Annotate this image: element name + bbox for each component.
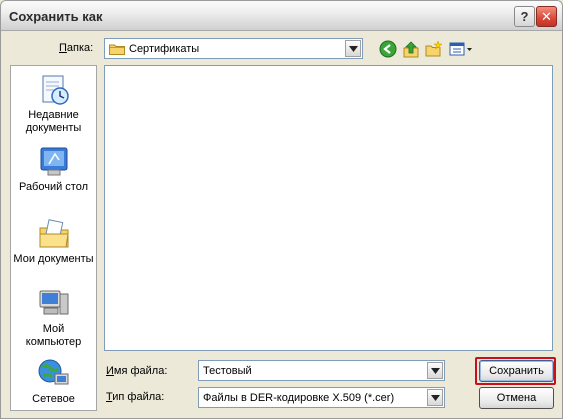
recent-documents-icon [42,75,69,105]
up-folder-icon[interactable] [402,40,420,58]
filetype-label: Тип файла: [106,391,164,403]
save-button[interactable]: Сохранить [479,360,554,382]
filetype-dropdown-button[interactable] [427,389,443,406]
filename-value: Тестовый [203,364,252,377]
place-label: Мой [42,323,65,335]
save-as-dialog: Сохранить как ? ✕ Папка: Сертификаты Нед… [0,0,563,419]
desktop-icon [40,147,67,176]
dialog-title: Сохранить как [9,9,103,24]
filename-label-rest: мя файла: [113,365,168,377]
help-icon: ? [520,9,529,24]
filename-input[interactable]: Тестовый [198,360,445,381]
title-bar[interactable]: Сохранить как ? ✕ [1,1,562,31]
my-documents-icon [39,219,69,248]
chevron-down-icon [430,367,440,374]
folder-label-rest: апка: [66,42,94,54]
places-bar: Недавние документы Рабочий стол Мои доку… [10,65,97,411]
place-desktop[interactable]: Рабочий стол [11,146,96,194]
close-button[interactable]: ✕ [536,6,557,27]
chevron-down-icon [430,394,440,401]
close-icon: ✕ [541,8,552,24]
cancel-button[interactable]: Отмена [479,387,554,409]
folder-value: Сертификаты [129,42,200,55]
help-button[interactable]: ? [514,6,535,27]
place-label: Недавние [28,109,79,121]
filetype-select[interactable]: Файлы в DER-кодировке X.509 (*.cer) [198,387,445,408]
filename-label-accel: И [106,365,114,377]
filename-dropdown-button[interactable] [427,362,443,379]
folder-label-accel: П [59,42,67,54]
place-label: Рабочий стол [18,181,89,193]
place-label: Сетевое [32,393,75,405]
filename-label: Имя файла: [106,365,167,377]
place-my-computer[interactable]: Мой компьютер [11,288,96,349]
place-recent-documents[interactable]: Недавние документы [11,74,96,135]
place-label-2: документы [25,122,82,134]
folder-label: Папка: [59,42,93,54]
folder-combo[interactable]: Сертификаты [104,38,363,59]
filetype-value: Файлы в DER-кодировке X.509 (*.cer) [203,391,395,404]
folder-icon [109,44,125,55]
place-label-2: компьютер [25,336,82,348]
place-label: Мои документы [13,253,94,265]
filetype-label-rest: ип файла: [112,391,165,403]
back-icon[interactable] [379,40,397,58]
view-menu-icon[interactable] [449,40,473,58]
network-icon [38,359,68,385]
my-computer-icon [39,290,68,315]
place-network[interactable]: Сетевое [11,358,96,406]
chevron-down-icon [348,45,358,52]
place-my-documents[interactable]: Мои документы [11,218,96,266]
new-folder-icon[interactable] [425,40,443,58]
file-list[interactable] [104,65,553,351]
folder-dropdown-button[interactable] [345,40,361,57]
